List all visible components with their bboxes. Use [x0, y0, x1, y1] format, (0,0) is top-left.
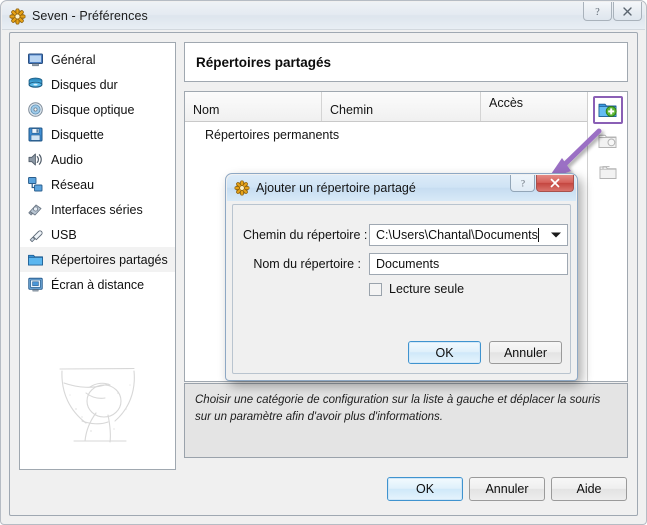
page-title: Répertoires partagés	[196, 54, 332, 70]
column-header-path[interactable]: Chemin	[322, 92, 481, 121]
window-caption-buttons: ?	[582, 2, 642, 21]
floppy-icon	[26, 126, 44, 144]
sidebar-item-label: USB	[51, 227, 77, 242]
shared-folders-toolbar	[587, 92, 627, 381]
remove-shared-folder-button[interactable]	[593, 158, 623, 186]
sidebar-item-shared-folders[interactable]: Répertoires partagés	[20, 247, 175, 272]
help-button[interactable]: ?	[583, 2, 612, 21]
column-header-access[interactable]: Accès	[481, 92, 587, 121]
text-caret	[537, 228, 539, 242]
window-title: Seven - Préférences	[32, 9, 148, 23]
sidebar-item-usb[interactable]: USB	[20, 222, 175, 247]
dialog-caption-buttons: ?	[509, 175, 574, 192]
path-combobox-value[interactable]: C:\Users\Chantal\Documents	[369, 224, 568, 246]
path-field-row: Chemin du répertoire : C:\Users\Chantal\…	[243, 224, 568, 246]
harddisk-icon	[26, 76, 44, 94]
svg-text:?: ?	[595, 7, 600, 17]
gear-icon	[9, 8, 26, 25]
window-titlebar[interactable]: Seven - Préférences	[1, 1, 646, 31]
folder-icon	[26, 251, 44, 269]
edit-shared-folder-button[interactable]	[593, 127, 623, 155]
column-header-name[interactable]: Nom	[185, 92, 322, 121]
table-row[interactable]: Répertoires permanents	[185, 123, 587, 147]
dialog-close-button[interactable]	[536, 175, 574, 192]
sidebar-item-label: Disque optique	[51, 102, 135, 117]
name-input-text: Documents	[376, 257, 440, 271]
sidebar-item-label: Disquette	[51, 127, 104, 142]
ok-button[interactable]: OK	[387, 477, 463, 501]
cancel-button[interactable]: Annuler	[469, 477, 545, 501]
sidebar-item-audio[interactable]: Audio	[20, 147, 175, 172]
sidebar-item-label: Audio	[51, 152, 83, 167]
sidebar-item-serial-ports[interactable]: Interfaces séries	[20, 197, 175, 222]
path-combobox[interactable]: C:\Users\Chantal\Documents	[369, 224, 568, 246]
sidebar-item-label: Général	[51, 52, 96, 67]
readonly-checkbox-row[interactable]: Lecture seule	[369, 282, 464, 296]
sidebar-item-label: Interfaces séries	[51, 202, 143, 217]
sidebar-item-label: Disques dur	[51, 77, 118, 92]
add-shared-folder-dialog: Ajouter un répertoire partagé ? Chemin d…	[225, 173, 578, 381]
sidebar-item-optical-disk[interactable]: Disque optique	[20, 97, 175, 122]
help-footer-button[interactable]: Aide	[551, 477, 627, 501]
serial-port-icon	[26, 201, 44, 219]
table-cell-name: Répertoires permanents	[205, 128, 340, 142]
sidebar-item-label: Répertoires partagés	[51, 252, 168, 267]
path-field-label: Chemin du répertoire :	[243, 228, 368, 242]
sidebar-item-general[interactable]: Général	[20, 47, 175, 72]
preferences-window: Seven - Préférences ? Général Disques du…	[0, 0, 647, 525]
sidebar-items: Général Disques dur Disque optique Disqu…	[20, 43, 175, 297]
hint-panel: Choisir une catégorie de configuration s…	[184, 383, 628, 458]
name-field-label: Nom du répertoire :	[253, 257, 361, 271]
name-field-row: Nom du répertoire : Documents	[243, 253, 568, 275]
hint-text: Choisir une catégorie de configuration s…	[195, 394, 601, 423]
svg-text:?: ?	[521, 178, 525, 188]
sidebar-item-network[interactable]: Réseau	[20, 172, 175, 197]
gear-icon	[234, 180, 250, 196]
sidebar-item-remote-display[interactable]: Écran à distance	[20, 272, 175, 297]
network-icon	[26, 176, 44, 194]
sidebar-item-label: Réseau	[51, 177, 95, 192]
decorative-sketch-watermark	[56, 365, 142, 443]
sidebar-item-floppy[interactable]: Disquette	[20, 122, 175, 147]
chevron-down-icon[interactable]	[551, 232, 561, 238]
path-combobox-text: C:\Users\Chantal\Documents	[376, 228, 538, 242]
dialog-title: Ajouter un répertoire partagé	[256, 181, 416, 195]
page-title-bar: Répertoires partagés	[184, 42, 628, 82]
usb-icon	[26, 226, 44, 244]
window-footer-buttons: OK Annuler Aide	[387, 477, 627, 501]
speaker-icon	[26, 151, 44, 169]
table-header-row: Nom Chemin Accès	[185, 92, 587, 122]
settings-category-list[interactable]: Général Disques dur Disque optique Disqu…	[19, 42, 176, 470]
dialog-ok-button[interactable]: OK	[408, 341, 481, 364]
close-button[interactable]	[613, 2, 642, 21]
dialog-body: Chemin du répertoire : C:\Users\Chantal\…	[232, 204, 571, 374]
sidebar-item-label: Écran à distance	[51, 277, 145, 292]
readonly-checkbox-label: Lecture seule	[389, 282, 465, 296]
readonly-checkbox[interactable]	[369, 282, 382, 296]
cd-icon	[26, 101, 44, 119]
dialog-help-button[interactable]: ?	[510, 175, 535, 192]
remote-screen-icon	[26, 276, 44, 294]
sidebar-item-hard-disks[interactable]: Disques dur	[20, 72, 175, 97]
name-input[interactable]: Documents	[369, 253, 568, 275]
dialog-buttons: OK Annuler	[408, 341, 562, 364]
dialog-cancel-button[interactable]: Annuler	[489, 341, 562, 364]
add-shared-folder-button[interactable]	[592, 96, 623, 124]
monitor-icon	[26, 51, 44, 69]
